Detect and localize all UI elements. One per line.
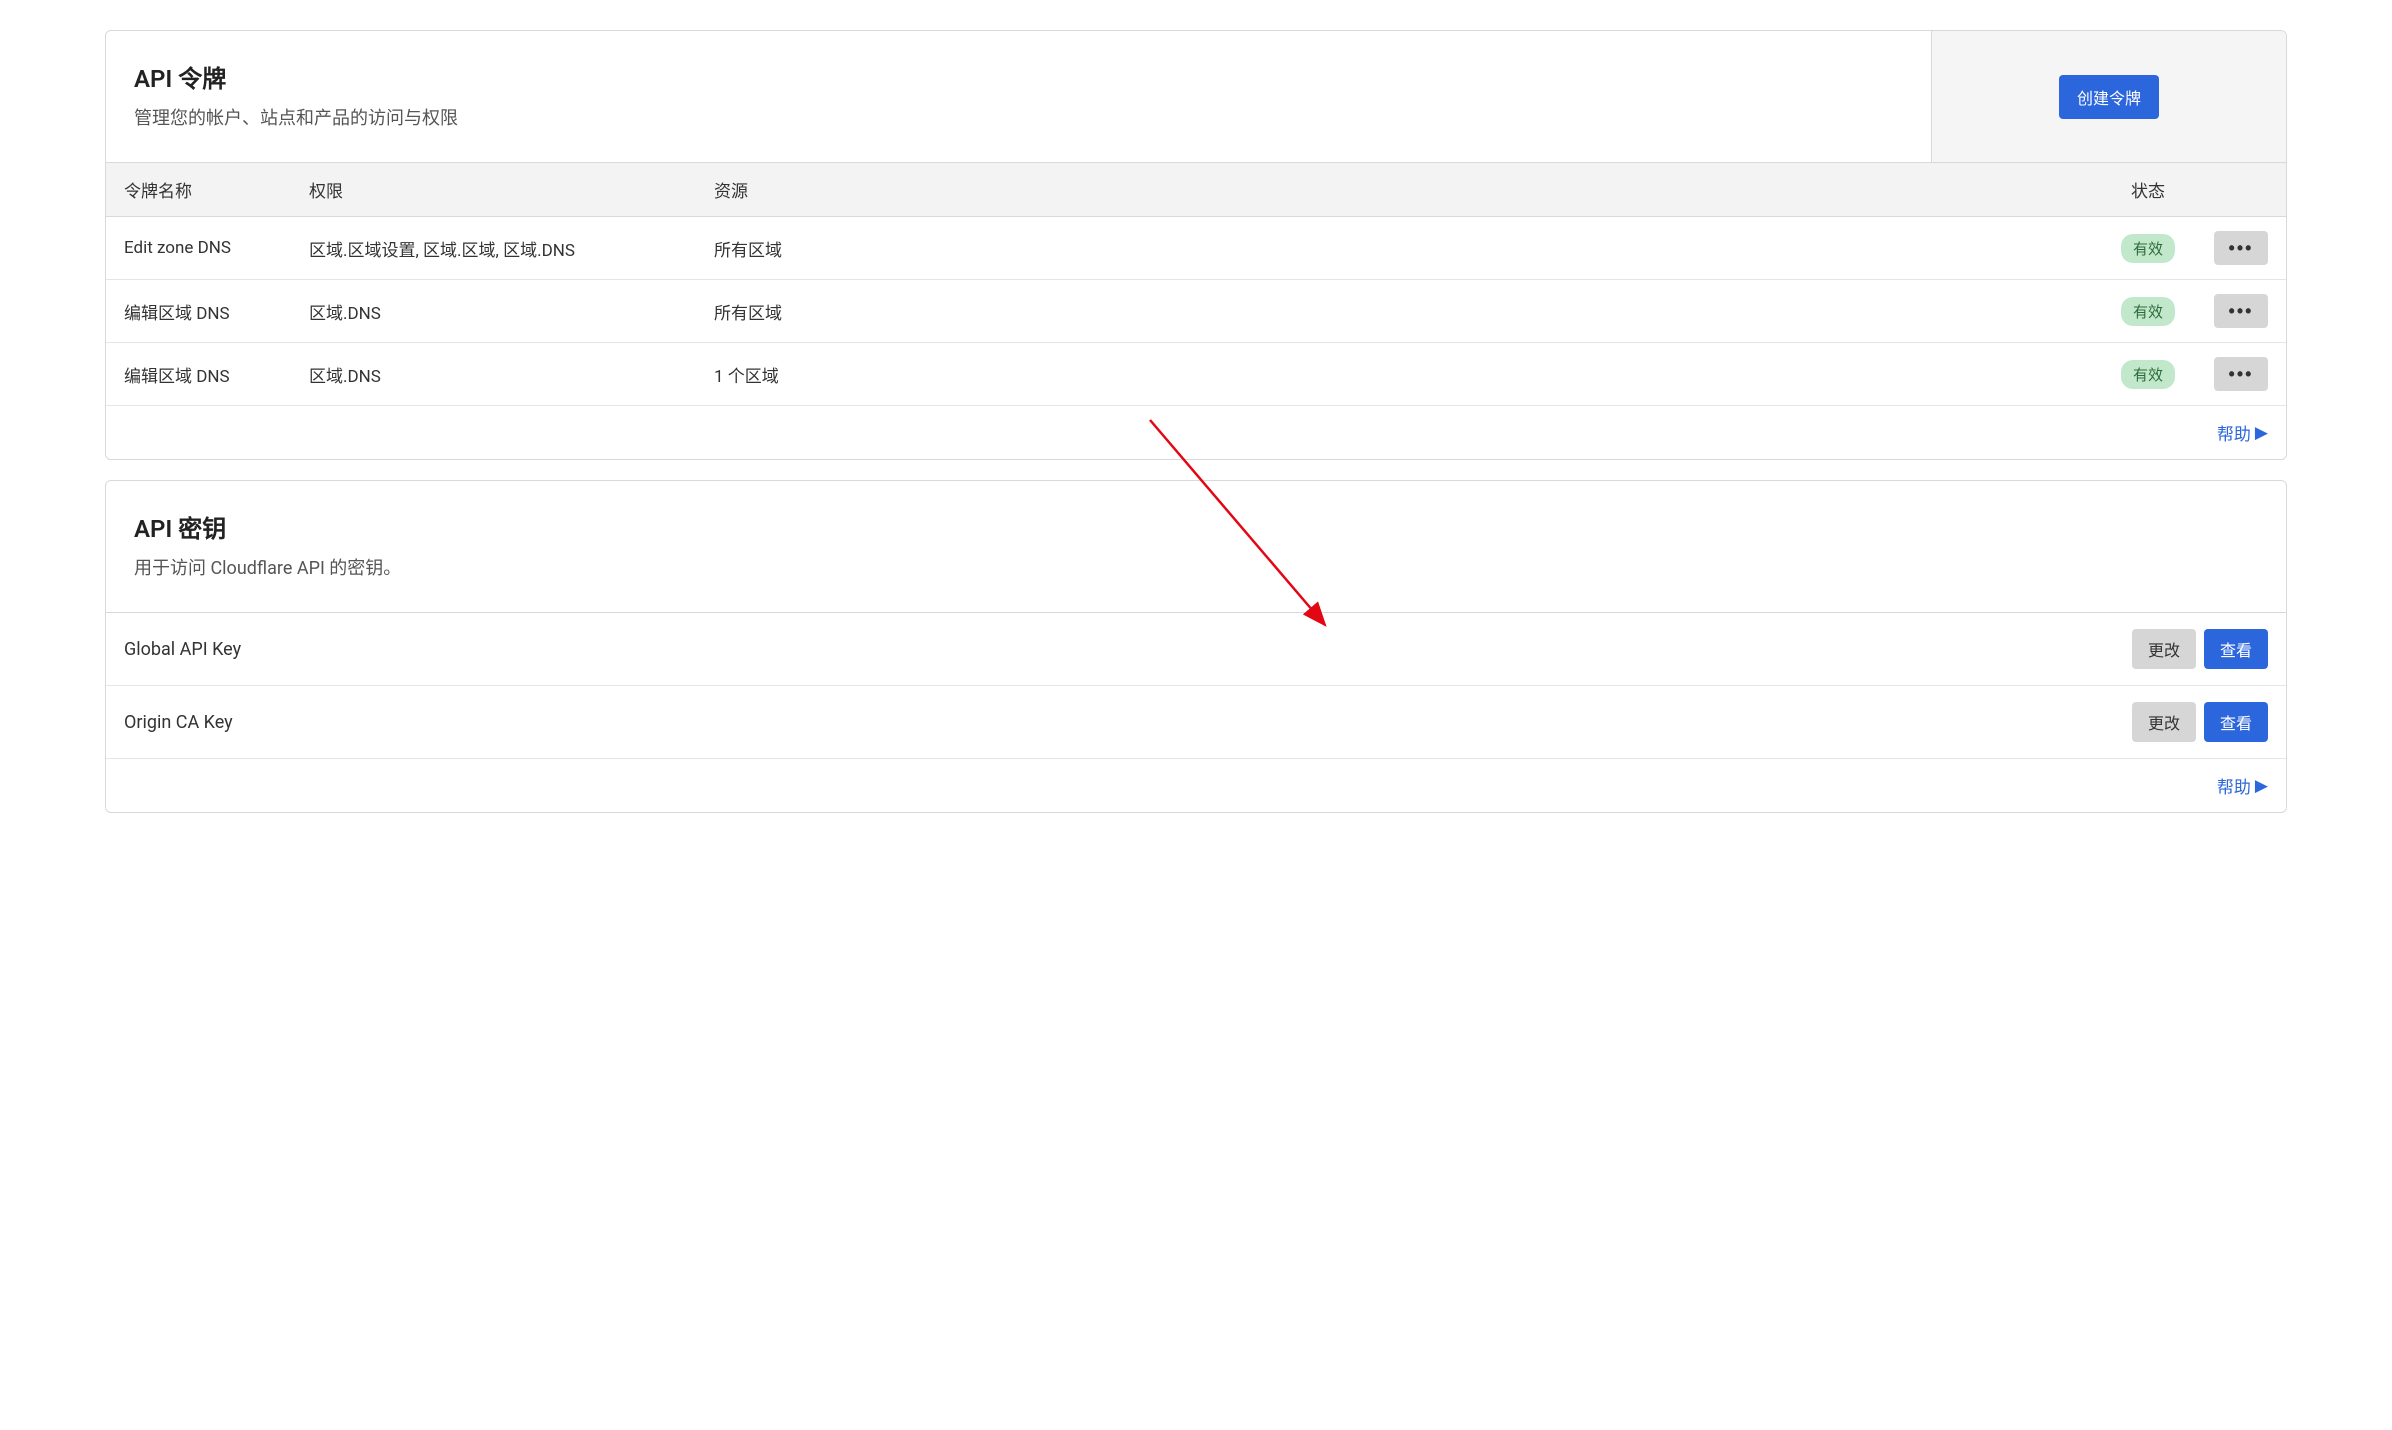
keys-help-link[interactable]: 帮助 ▶ — [106, 759, 2286, 812]
token-permissions: 区域.DNS — [309, 362, 714, 387]
api-tokens-header: API 令牌 管理您的帐户、站点和产品的访问与权限 创建令牌 — [106, 31, 2286, 162]
api-keys-header: API 密钥 用于访问 Cloudflare API 的密钥。 — [106, 481, 2286, 613]
api-keys-subtitle: 用于访问 Cloudflare API 的密钥。 — [134, 554, 2258, 580]
token-status: 有效 — [2098, 234, 2198, 263]
token-name: 编辑区域 DNS — [124, 299, 309, 324]
key-name: Origin CA Key — [124, 712, 233, 733]
help-label: 帮助 — [2217, 420, 2251, 445]
table-row: 编辑区域 DNS 区域.DNS 1 个区域 有效 ••• — [106, 343, 2286, 406]
status-badge: 有效 — [2121, 360, 2175, 389]
status-badge: 有效 — [2121, 297, 2175, 326]
status-badge: 有效 — [2121, 234, 2175, 263]
change-key-button[interactable]: 更改 — [2132, 629, 2196, 669]
token-resources: 所有区域 — [714, 236, 2098, 261]
api-tokens-header-right: 创建令牌 — [1931, 31, 2286, 162]
token-status: 有效 — [2098, 360, 2198, 389]
token-name: Edit zone DNS — [124, 238, 309, 258]
api-keys-card: API 密钥 用于访问 Cloudflare API 的密钥。 Global A… — [105, 480, 2287, 813]
api-tokens-card: API 令牌 管理您的帐户、站点和产品的访问与权限 创建令牌 令牌名称 权限 资… — [105, 30, 2287, 460]
change-key-button[interactable]: 更改 — [2132, 702, 2196, 742]
tokens-help-link[interactable]: 帮助 ▶ — [106, 406, 2286, 459]
token-name: 编辑区域 DNS — [124, 362, 309, 387]
column-header-name: 令牌名称 — [124, 177, 309, 202]
tokens-table-header: 令牌名称 权限 资源 状态 — [106, 162, 2286, 217]
key-row: Global API Key 更改 查看 — [106, 613, 2286, 686]
view-key-button[interactable]: 查看 — [2204, 629, 2268, 669]
triangle-right-icon: ▶ — [2255, 423, 2268, 443]
table-row: 编辑区域 DNS 区域.DNS 所有区域 有效 ••• — [106, 280, 2286, 343]
column-header-status: 状态 — [2098, 177, 2198, 202]
help-label: 帮助 — [2217, 773, 2251, 798]
key-name: Global API Key — [124, 639, 241, 660]
table-row: Edit zone DNS 区域.区域设置, 区域.区域, 区域.DNS 所有区… — [106, 217, 2286, 280]
view-key-button[interactable]: 查看 — [2204, 702, 2268, 742]
token-resources: 1 个区域 — [714, 362, 2098, 387]
api-keys-title: API 密钥 — [134, 509, 2258, 544]
key-row: Origin CA Key 更改 查看 — [106, 686, 2286, 759]
api-tokens-subtitle: 管理您的帐户、站点和产品的访问与权限 — [134, 104, 1903, 130]
token-permissions: 区域.区域设置, 区域.区域, 区域.DNS — [309, 236, 714, 261]
column-header-resources: 资源 — [714, 177, 2098, 202]
triangle-right-icon: ▶ — [2255, 776, 2268, 796]
column-header-permissions: 权限 — [309, 177, 714, 202]
token-status: 有效 — [2098, 297, 2198, 326]
more-actions-button[interactable]: ••• — [2214, 231, 2268, 265]
token-permissions: 区域.DNS — [309, 299, 714, 324]
api-tokens-header-left: API 令牌 管理您的帐户、站点和产品的访问与权限 — [106, 31, 1931, 162]
create-token-button[interactable]: 创建令牌 — [2059, 75, 2159, 119]
api-tokens-title: API 令牌 — [134, 59, 1903, 94]
more-actions-button[interactable]: ••• — [2214, 357, 2268, 391]
more-actions-button[interactable]: ••• — [2214, 294, 2268, 328]
token-resources: 所有区域 — [714, 299, 2098, 324]
